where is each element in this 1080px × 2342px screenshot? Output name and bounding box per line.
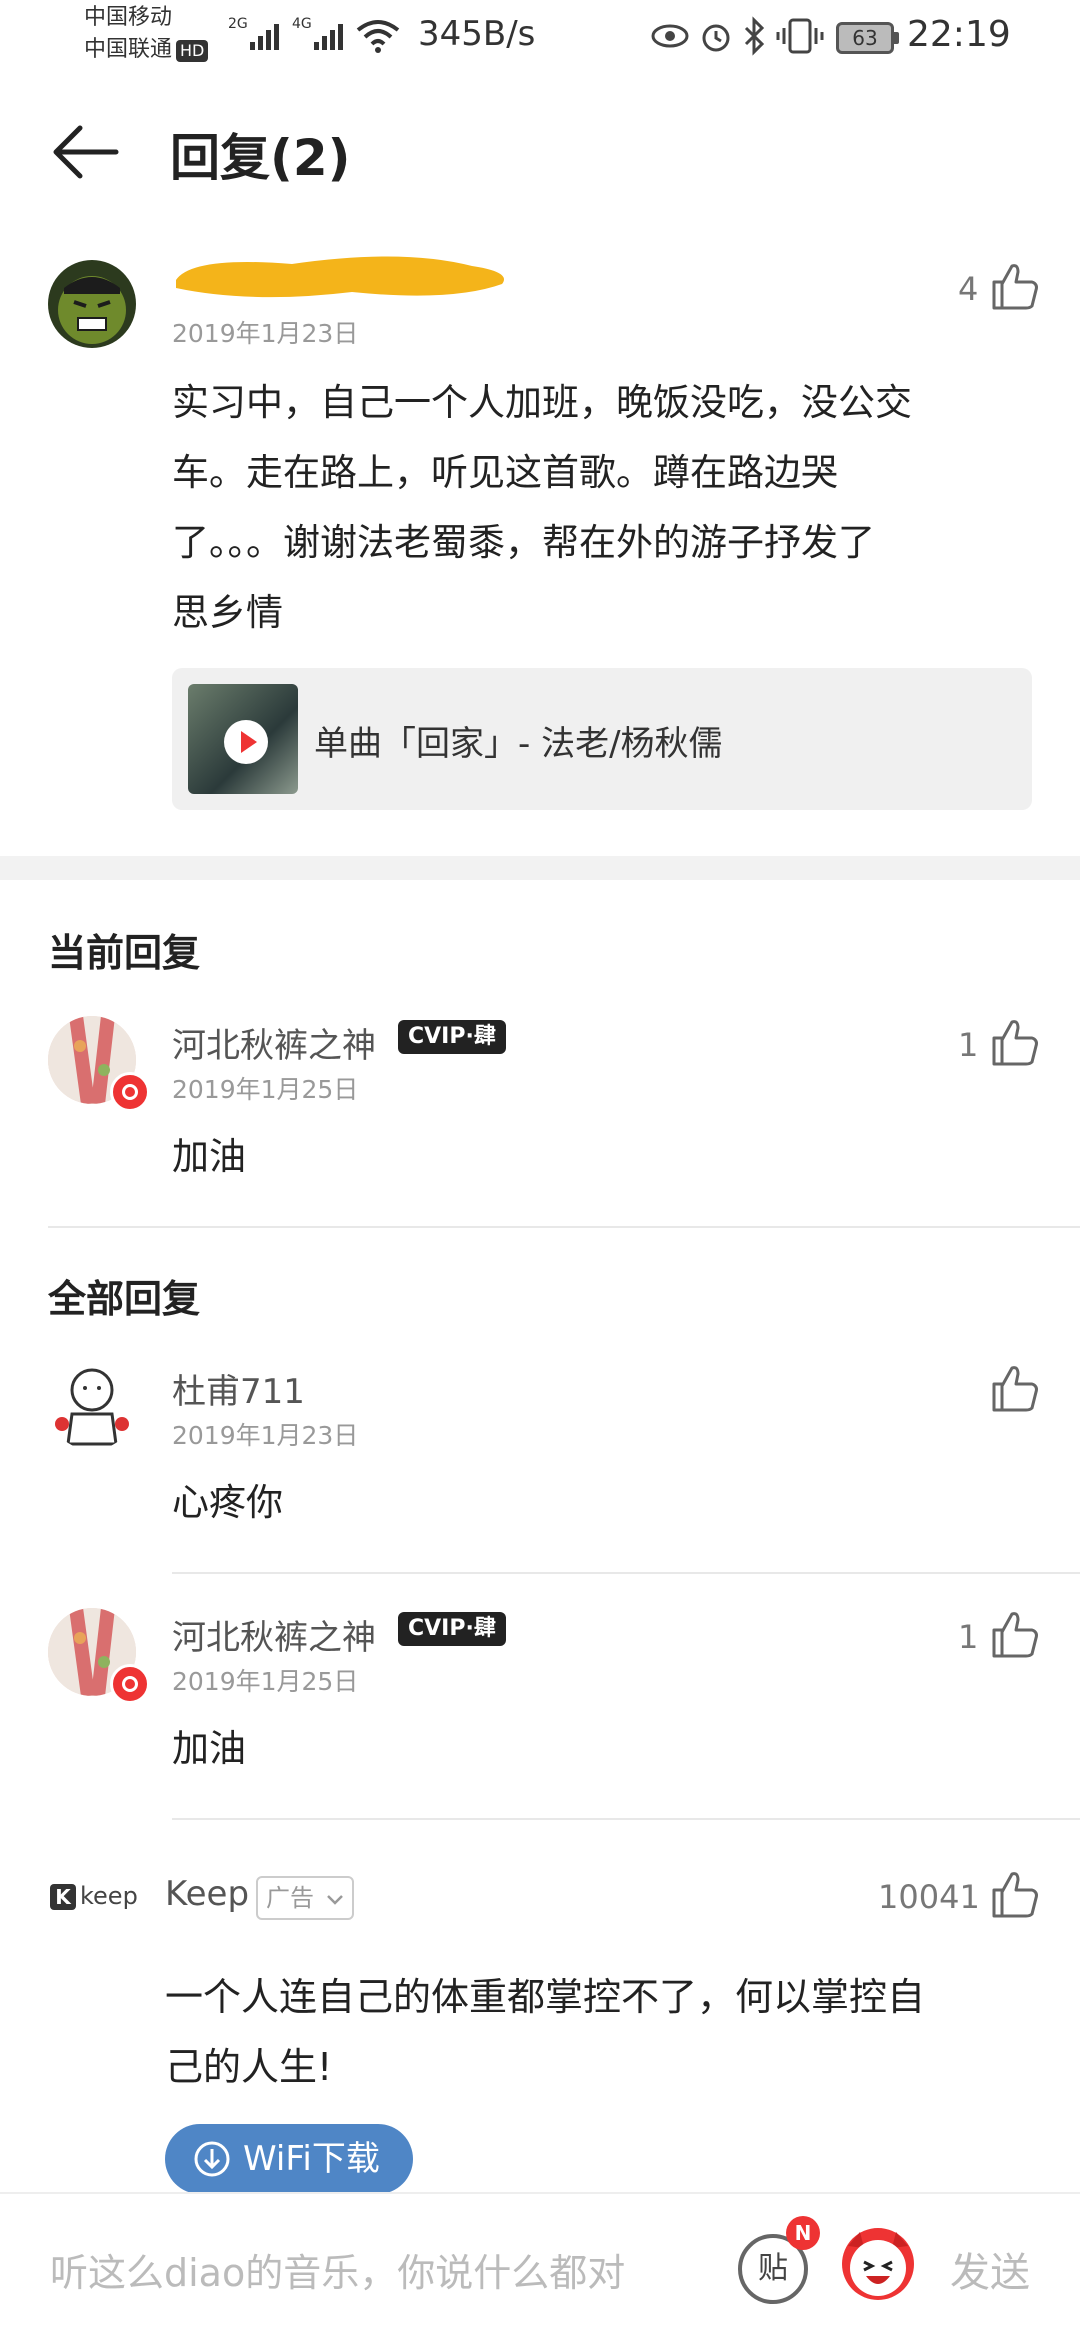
carrier-2-label: 中国联通 (84, 37, 173, 62)
thumbs-up-icon[interactable] (988, 260, 1040, 312)
music-badge-icon (110, 1072, 150, 1112)
divider (172, 1818, 1080, 1820)
comment-text: 实习中，自己一个人加班，晚饭没吃，没公交 车。走在路上，听见这首歌。蹲在路边哭 … (172, 368, 1032, 648)
reply-username[interactable]: 河北秋裤之神 (172, 1018, 376, 1067)
like-count: 4 (958, 270, 979, 308)
comment-line: 实习中，自己一个人加班，晚饭没吃，没公交 (172, 381, 912, 424)
comment-line: 车。走在路上，听见这首歌。蹲在路边哭 (172, 451, 838, 494)
reply-date: 2019年1月23日 (172, 1421, 359, 1450)
chevron-down-icon (326, 1895, 343, 1905)
divider (172, 1572, 1080, 1574)
like-count: 1 (958, 1026, 979, 1064)
like-count: 1 (958, 1618, 979, 1656)
section-separator (0, 856, 1080, 880)
network-speed: 345B/s (418, 14, 536, 54)
ad-tag[interactable]: 广告 (256, 1876, 354, 1920)
ad-tag-label: 广告 (266, 1884, 314, 1912)
carrier-2: 中国联通 HD (84, 36, 209, 64)
comment-input[interactable]: 听这么diao的音乐，你说什么都对 (50, 2242, 625, 2297)
net-4g-label: 4G (292, 16, 312, 32)
ad-text-line: 己的人生! (165, 2045, 333, 2089)
reply-username[interactable]: 河北秋裤之神 (172, 1610, 376, 1659)
ad-text-line: 一个人连自己的体重都掌控不了，何以掌控自 (165, 1975, 926, 2019)
clock: 22:19 (907, 14, 1011, 55)
reply-text: 加油 (172, 1727, 246, 1770)
net-2g-label: 2G (228, 16, 248, 32)
signal-4g-icon: 4G (292, 16, 343, 50)
page-title: 回复(2) (170, 129, 351, 187)
ad-text: 一个人连自己的体重都掌控不了，何以掌控自 己的人生! (165, 1962, 1045, 2102)
comment-date: 2019年1月23日 (172, 319, 359, 348)
vip-badge: CVIP·肆 (398, 1020, 506, 1054)
song-title: 单曲「回家」- 法老/杨秋儒 (314, 724, 723, 764)
battery-indicator: 63 (836, 22, 899, 54)
comment-line: 思乡情 (172, 591, 283, 634)
thumbs-up-icon[interactable] (988, 1608, 1040, 1660)
keep-logo-mark: K (50, 1884, 76, 1910)
emoji-icon[interactable] (842, 2228, 914, 2300)
keep-logo-text: keep (80, 1882, 138, 1910)
reply-username[interactable]: 杜甫711 (172, 1364, 305, 1413)
bluetooth-icon (744, 16, 765, 56)
ad-name[interactable]: Keep (165, 1874, 249, 1914)
comment-line: 了。。。谢谢法老蜀黍，帮在外的游子抒发了 (172, 521, 875, 564)
carrier-1: 中国移动 (84, 5, 173, 30)
username-redaction (176, 256, 504, 298)
vip-badge: CVIP·肆 (398, 1612, 506, 1646)
hulk-avatar-icon (58, 276, 126, 344)
hd-badge: HD (176, 40, 209, 62)
song-card[interactable]: 单曲「回家」- 法老/杨秋儒 (172, 668, 1032, 810)
reply-text: 加油 (172, 1135, 246, 1178)
alarm-icon (702, 24, 730, 52)
wifi-download-button[interactable]: WiFi下载 (165, 2124, 413, 2194)
divider (48, 1226, 1080, 1228)
thumbs-up-icon[interactable] (988, 1362, 1040, 1414)
reply-date: 2019年1月25日 (172, 1667, 359, 1696)
all-replies-title: 全部回复 (48, 1277, 201, 1321)
current-reply-title: 当前回复 (48, 931, 201, 975)
back-arrow-icon[interactable] (50, 116, 122, 188)
cartoon-face-avatar-icon (55, 1368, 129, 1446)
avatar[interactable] (48, 260, 136, 348)
wifi-download-label: WiFi下载 (243, 2139, 380, 2179)
send-button[interactable]: 发送 (950, 2240, 1030, 2298)
vibrate-icon (776, 18, 824, 54)
music-badge-icon (110, 1664, 150, 1704)
signal-2g-icon: 2G (228, 16, 279, 50)
eye-icon (651, 24, 689, 48)
download-icon (194, 2141, 230, 2177)
thumbs-up-icon[interactable] (988, 1868, 1040, 1920)
laughing-face-icon (848, 2232, 908, 2296)
reply-date: 2019年1月25日 (172, 1075, 359, 1104)
avatar[interactable] (48, 1362, 136, 1450)
status-bar: 中国移动 中国联通 HD 2G 4G 345B/s 63 22:19 (0, 0, 1080, 72)
reply-text: 心疼你 (172, 1481, 283, 1524)
song-cover (188, 684, 298, 794)
new-badge: N (786, 2216, 820, 2250)
comment-input-bar: 听这么diao的音乐，你说什么都对 贴 N 发送 (0, 2192, 1080, 2342)
wifi-icon (356, 20, 400, 53)
play-icon[interactable] (224, 720, 268, 764)
thumbs-up-icon[interactable] (988, 1016, 1040, 1068)
keep-logo: K keep (50, 1880, 138, 1914)
like-count: 10041 (878, 1878, 980, 1916)
